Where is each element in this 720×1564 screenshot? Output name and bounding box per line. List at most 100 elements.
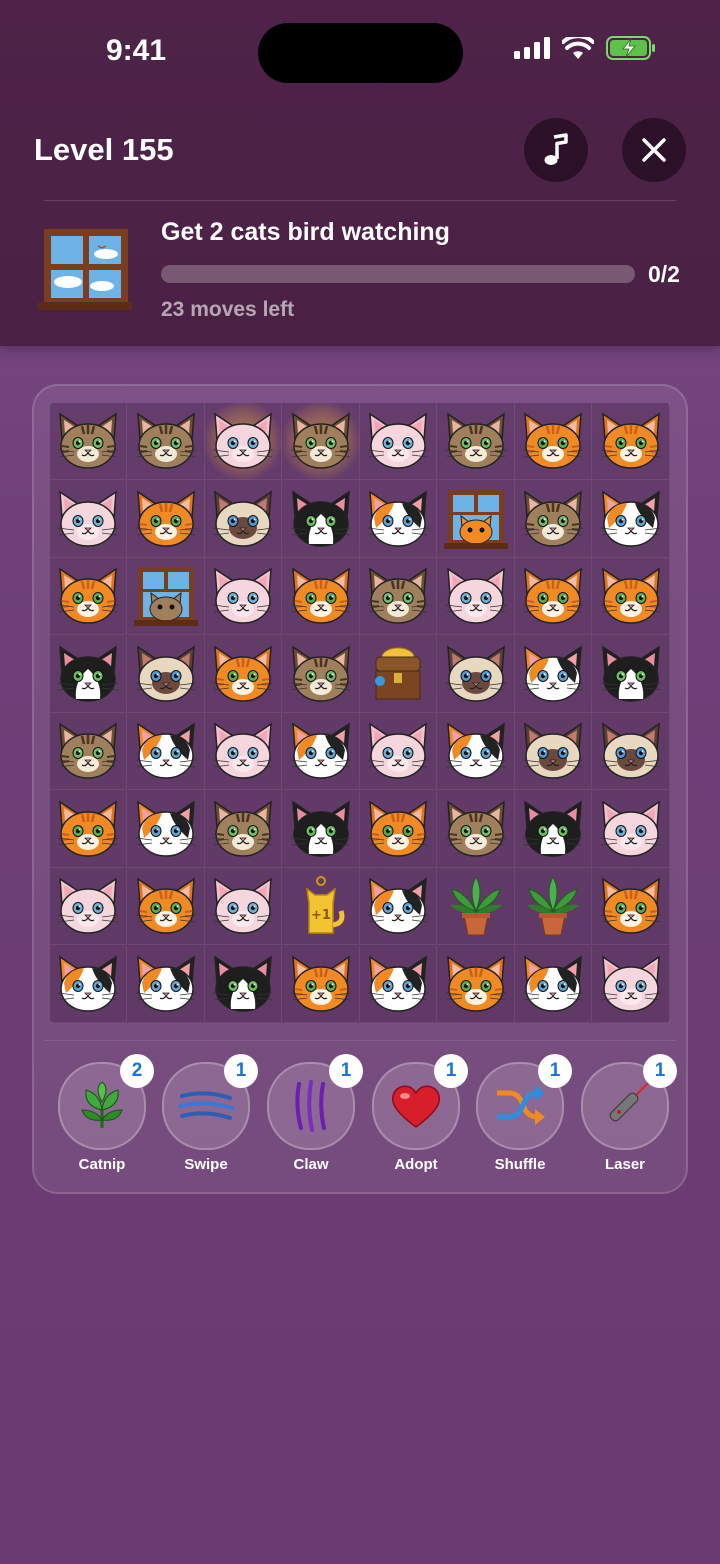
board-tile-orange[interactable] xyxy=(592,868,670,945)
board-tile-tabby[interactable] xyxy=(50,403,127,480)
music-button[interactable] xyxy=(524,118,588,182)
sphynx-icon xyxy=(57,877,119,934)
close-button[interactable] xyxy=(622,118,686,182)
board-tile-sphynx[interactable] xyxy=(50,868,127,945)
board-tile-tabby[interactable] xyxy=(50,713,127,790)
board-tile-siamese[interactable] xyxy=(127,635,205,713)
booster-laser[interactable]: 1 Laser xyxy=(581,1054,677,1173)
status-icons xyxy=(514,36,656,60)
board-tile-sphynx[interactable] xyxy=(360,403,437,480)
tabby-icon xyxy=(135,412,196,469)
board-tile-calico[interactable] xyxy=(437,713,515,790)
board-tile-siamese[interactable] xyxy=(592,713,670,790)
board-tile-orange[interactable] xyxy=(360,790,437,868)
tabby-icon xyxy=(290,645,351,702)
board-tile-tuxedo[interactable] xyxy=(205,945,282,1023)
tuxedo-icon xyxy=(212,955,274,1012)
board-tile-siamese[interactable] xyxy=(205,480,282,558)
booster-swipe[interactable]: 1 Swipe xyxy=(162,1054,258,1173)
board-tile-tabby[interactable] xyxy=(437,790,515,868)
board-tile-tuxedo[interactable] xyxy=(282,790,360,868)
board-tile-potted-plant[interactable] xyxy=(437,868,515,945)
board-tile-tuxedo[interactable] xyxy=(592,635,670,713)
board-tile-window-tabby[interactable] xyxy=(127,558,205,635)
board-tile-calico[interactable] xyxy=(282,713,360,790)
board-tile-sphynx[interactable] xyxy=(205,403,282,480)
board-tile-tabby[interactable] xyxy=(360,558,437,635)
board-tile-sphynx[interactable] xyxy=(205,868,282,945)
board-tile-tabby[interactable] xyxy=(437,403,515,480)
board-tile-orange[interactable] xyxy=(205,635,282,713)
board-tile-orange[interactable] xyxy=(50,558,127,635)
board-tile-sphynx[interactable] xyxy=(592,945,670,1023)
board-tile-tabby[interactable] xyxy=(205,790,282,868)
board-tile-tabby[interactable] xyxy=(282,635,360,713)
orange-icon xyxy=(522,412,584,469)
close-icon xyxy=(642,138,666,162)
board-tile-treasure-chest[interactable] xyxy=(360,635,437,713)
booster-shuffle[interactable]: 1 Shuffle xyxy=(476,1054,572,1173)
board-tile-potted-plant[interactable] xyxy=(515,868,592,945)
board-tile-sphynx[interactable] xyxy=(205,713,282,790)
booster-label: Laser xyxy=(604,1156,646,1173)
board-tile-calico[interactable] xyxy=(360,945,437,1023)
board-tile-orange[interactable] xyxy=(437,945,515,1023)
board-tile-tuxedo[interactable] xyxy=(50,635,127,713)
board-tile-calico[interactable] xyxy=(592,480,670,558)
orange-icon xyxy=(212,645,274,702)
board-tile-calico[interactable] xyxy=(515,945,592,1023)
booster-catnip[interactable]: 2 Catnip xyxy=(58,1054,154,1173)
calico-icon xyxy=(57,955,119,1012)
booster-claw[interactable]: 1 Claw xyxy=(267,1054,363,1173)
board-tile-orange[interactable] xyxy=(592,558,670,635)
board-tile-window-orange[interactable] xyxy=(437,480,515,558)
board-tile-calico[interactable] xyxy=(127,790,205,868)
calico-icon xyxy=(600,490,661,547)
booster-count-badge: 2 xyxy=(120,1054,154,1088)
board-tile-calico[interactable] xyxy=(127,945,205,1023)
status-time: 9:41 xyxy=(106,34,167,67)
board-tile-sphynx[interactable] xyxy=(592,790,670,868)
board-tile-orange[interactable] xyxy=(515,558,592,635)
board-tile-calico[interactable] xyxy=(515,635,592,713)
board-tile-orange[interactable] xyxy=(50,790,127,868)
board-tile-orange[interactable] xyxy=(515,403,592,480)
board-tile-calico[interactable] xyxy=(360,480,437,558)
board-tile-tuxedo[interactable] xyxy=(282,480,360,558)
board-tile-tabby[interactable] xyxy=(282,403,360,480)
board-tile-orange[interactable] xyxy=(127,480,205,558)
moves-left: 23 moves left xyxy=(161,298,295,321)
booster-adopt[interactable]: 1 Adopt xyxy=(372,1054,468,1173)
board-tile-sphynx[interactable] xyxy=(205,558,282,635)
board-tile-calico[interactable] xyxy=(360,868,437,945)
calico-icon xyxy=(135,955,196,1012)
tuxedo-icon xyxy=(290,800,351,857)
board-tile-sphynx[interactable] xyxy=(360,713,437,790)
board-tile-sphynx[interactable] xyxy=(50,480,127,558)
board-tile-gold-cat-plus-one[interactable]: +1 xyxy=(282,868,360,945)
board-tile-tuxedo[interactable] xyxy=(515,790,592,868)
tabby-icon xyxy=(445,412,506,469)
treasure-chest-icon xyxy=(375,647,421,699)
tabby-icon xyxy=(57,722,119,779)
game-board: +1 xyxy=(50,403,670,1023)
board-tile-orange[interactable] xyxy=(592,403,670,480)
board-tile-calico[interactable] xyxy=(127,713,205,790)
board-tile-siamese[interactable] xyxy=(437,635,515,713)
board-tile-orange[interactable] xyxy=(282,558,360,635)
tabby-icon xyxy=(57,412,119,469)
booster-count-badge: 1 xyxy=(434,1054,468,1088)
orange-icon xyxy=(135,490,196,547)
orange-icon xyxy=(290,567,351,624)
board-tile-orange[interactable] xyxy=(127,868,205,945)
board-tile-siamese[interactable] xyxy=(515,713,592,790)
board-tile-calico[interactable] xyxy=(50,945,127,1023)
board-tile-sphynx[interactable] xyxy=(437,558,515,635)
sphynx-icon xyxy=(367,722,429,779)
board-tile-tabby[interactable] xyxy=(127,403,205,480)
tuxedo-icon xyxy=(290,490,351,547)
board-tile-orange[interactable] xyxy=(282,945,360,1023)
booster-divider xyxy=(44,1040,676,1041)
board-tile-tabby[interactable] xyxy=(515,480,592,558)
tuxedo-icon xyxy=(522,800,584,857)
